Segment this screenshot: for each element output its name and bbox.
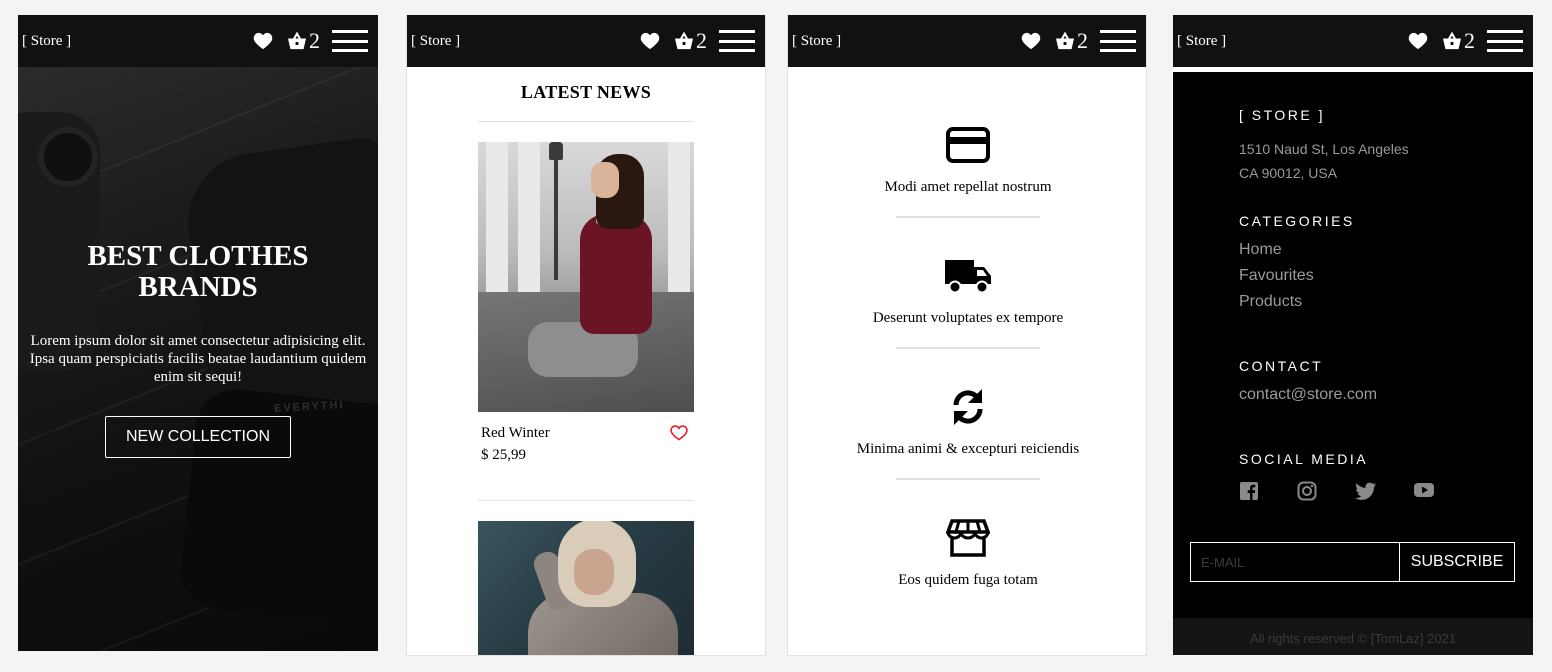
- phone-news-screen: [ Store ] 2 LATEST NEWS Red Winter $ 25,…: [406, 15, 766, 656]
- youtube-icon[interactable]: [1413, 481, 1471, 501]
- divider: [896, 478, 1040, 480]
- footer-link-products[interactable]: Products: [1239, 289, 1355, 315]
- hero-title: BEST CLOTHES BRANDS: [87, 240, 309, 303]
- cart-icon[interactable]: [287, 32, 307, 50]
- subscribe-form: SUBSCRIBE: [1190, 542, 1515, 582]
- subscribe-button[interactable]: SUBSCRIBE: [1400, 542, 1515, 582]
- heart-icon[interactable]: [1408, 32, 1428, 50]
- footer-social-title: SOCIAL MEDIA: [1239, 451, 1369, 467]
- truck-icon: [788, 256, 1146, 296]
- footer-categories-block: CATEGORIES Home Favourites Products: [1239, 213, 1355, 315]
- brand-logo[interactable]: [ Store ]: [411, 33, 460, 50]
- camera-lens-shape: [38, 127, 98, 187]
- footer-contact-title: CONTACT: [1239, 358, 1324, 374]
- footer-link-favourites[interactable]: Favourites: [1239, 263, 1355, 289]
- cart-count: 2: [696, 28, 707, 53]
- product-image[interactable]: [478, 142, 694, 412]
- twitter-icon[interactable]: [1355, 481, 1413, 501]
- menu-icon[interactable]: [332, 30, 368, 52]
- email-input[interactable]: [1190, 542, 1400, 582]
- cart-count: 2: [1077, 28, 1088, 53]
- footer-address-line: CA 90012, USA: [1239, 165, 1338, 181]
- divider: [896, 216, 1040, 218]
- product-name[interactable]: Red Winter: [481, 424, 691, 442]
- brand-logo[interactable]: [ Store ]: [22, 33, 71, 50]
- menu-icon[interactable]: [719, 30, 755, 52]
- brand-logo[interactable]: [ Store ]: [792, 33, 841, 50]
- navbar: [ Store ] 2: [788, 15, 1146, 67]
- footer: [ STORE ] 1510 Naud St, Los Angeles CA 9…: [1173, 72, 1533, 618]
- feature-item: Eos quidem fuga totam: [788, 518, 1146, 589]
- menu-icon[interactable]: [1487, 30, 1523, 52]
- product-price: $ 25,99: [481, 447, 526, 463]
- footer-categories-title: CATEGORIES: [1239, 213, 1355, 229]
- navbar: [ Store ] 2: [1173, 15, 1533, 67]
- footer-link-home[interactable]: Home: [1239, 237, 1355, 263]
- product-card[interactable]: [478, 521, 694, 655]
- cart-count: 2: [309, 28, 320, 53]
- navbar: [ Store ] 2: [407, 15, 765, 67]
- divider: [478, 500, 694, 501]
- footer-address-line: 1510 Naud St, Los Angeles: [1239, 141, 1409, 157]
- cart-icon[interactable]: [1442, 32, 1462, 50]
- hero-description: Lorem ipsum dolor sit amet consectetur a…: [29, 333, 367, 385]
- credit-card-icon: [788, 125, 1146, 165]
- cart-icon[interactable]: [1055, 32, 1075, 50]
- navbar: [ Store ] 2: [18, 15, 378, 67]
- copyright-text: All rights reserved © [TomLaz] 2021: [1173, 618, 1533, 655]
- phone-hero-screen: [ Store ] 2 EVERYTHI BEST CLOTHES BRANDS…: [18, 15, 378, 651]
- feature-text: Minima animi & excepturi reiciendis: [856, 441, 1080, 457]
- sync-icon: [788, 387, 1146, 427]
- divider: [896, 347, 1040, 349]
- instagram-icon[interactable]: [1297, 481, 1355, 501]
- product-image[interactable]: [478, 521, 694, 655]
- latest-news-title: LATEST NEWS: [520, 82, 652, 102]
- footer-store-block: [ STORE ] 1510 Naud St, Los Angeles CA 9…: [1239, 107, 1409, 185]
- feature-item: Modi amet repellat nostrum: [788, 125, 1146, 218]
- phone-features-screen: [ Store ] 2 Modi amet repellat nostrum D…: [787, 15, 1147, 656]
- heart-icon[interactable]: [253, 32, 273, 50]
- feature-item: Minima animi & excepturi reiciendis: [788, 387, 1146, 480]
- phone-footer-screen: [ Store ] 2 [ STORE ] 1510 Naud St, Los …: [1173, 15, 1533, 655]
- favorite-heart-icon[interactable]: [670, 425, 688, 446]
- footer-contact-block: CONTACT contact@store.com: [1239, 358, 1377, 408]
- product-card[interactable]: Red Winter $ 25,99: [478, 142, 694, 500]
- heart-icon[interactable]: [640, 32, 660, 50]
- hero-banner: EVERYTHI BEST CLOTHES BRANDS Lorem ipsum…: [18, 67, 378, 651]
- cart-icon[interactable]: [674, 32, 694, 50]
- store-icon: [788, 518, 1146, 558]
- feature-text: Eos quidem fuga totam: [898, 572, 1038, 588]
- facebook-icon[interactable]: [1239, 481, 1297, 501]
- menu-icon[interactable]: [1100, 30, 1136, 52]
- brand-logo[interactable]: [ Store ]: [1177, 33, 1226, 50]
- feature-item: Deserunt voluptates ex tempore: [788, 256, 1146, 349]
- footer-social-block: SOCIAL MEDIA: [1239, 451, 1471, 501]
- feature-text: Modi amet repellat nostrum: [884, 179, 1052, 195]
- cart-count: 2: [1464, 28, 1475, 53]
- heart-icon[interactable]: [1021, 32, 1041, 50]
- footer-email-link[interactable]: contact@store.com: [1239, 382, 1377, 408]
- footer-store-title: [ STORE ]: [1239, 107, 1326, 123]
- feature-text: Deserunt voluptates ex tempore: [872, 310, 1064, 326]
- divider: [478, 121, 694, 122]
- new-collection-button[interactable]: NEW COLLECTION: [105, 416, 291, 458]
